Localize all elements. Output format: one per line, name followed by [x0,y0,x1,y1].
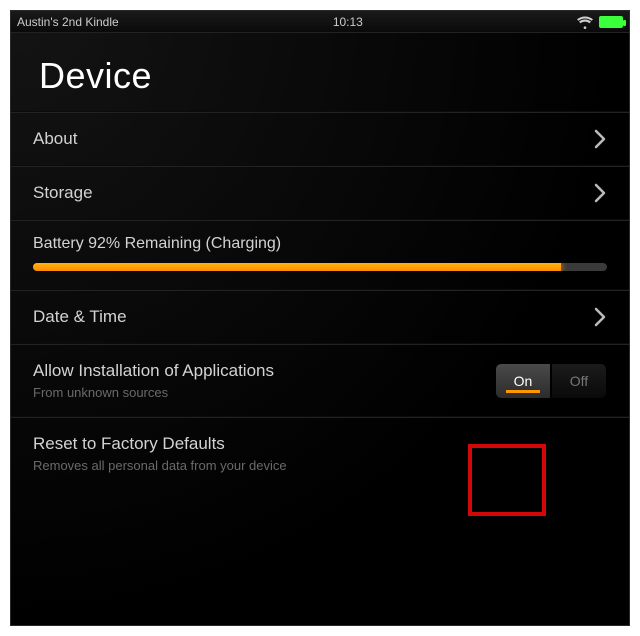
row-date-time-label: Date & Time [33,307,127,327]
battery-status-label: Battery 92% Remaining (Charging) [33,235,607,253]
row-allow-apps: Allow Installation of Applications From … [11,345,629,416]
chevron-right-icon [593,307,607,327]
statusbar: Austin's 2nd Kindle 10:13 [11,11,629,33]
toggle-on-button[interactable]: On [495,363,551,399]
toggle-on-label: On [514,373,533,389]
row-storage-label: Storage [33,183,93,203]
battery-progress [33,263,607,271]
toggle-off-button[interactable]: Off [551,363,607,399]
battery-icon [599,16,623,28]
reset-label: Reset to Factory Defaults [33,434,287,454]
chevron-right-icon [593,183,607,203]
page-title: Device [11,33,629,111]
toggle-off-label: Off [570,373,588,389]
row-battery: Battery 92% Remaining (Charging) [11,221,629,289]
row-about-label: About [33,129,77,149]
chevron-right-icon [593,129,607,149]
device-screen: Austin's 2nd Kindle 10:13 Device About S… [10,10,630,626]
allow-apps-toggle[interactable]: On Off [495,363,607,399]
allow-apps-label: Allow Installation of Applications [33,361,274,381]
battery-progress-fill [33,263,561,271]
row-reset[interactable]: Reset to Factory Defaults Removes all pe… [11,418,629,489]
row-storage[interactable]: Storage [11,167,629,219]
row-date-time[interactable]: Date & Time [11,291,629,343]
statusbar-device-name: Austin's 2nd Kindle [17,15,119,29]
row-about[interactable]: About [11,113,629,165]
statusbar-time: 10:13 [119,15,577,29]
allow-apps-sub: From unknown sources [33,385,274,400]
wifi-icon [577,15,593,29]
reset-sub: Removes all personal data from your devi… [33,458,287,473]
